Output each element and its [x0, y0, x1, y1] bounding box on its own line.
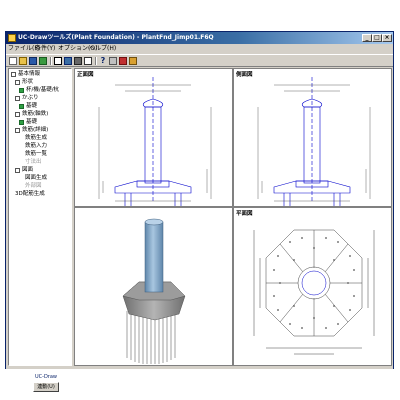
save-icon[interactable]	[29, 57, 37, 65]
draw-icon[interactable]	[74, 57, 82, 65]
help-icon[interactable]: ?	[99, 57, 107, 65]
checkbox-icon	[15, 128, 20, 133]
3d-view-pane[interactable]	[75, 208, 232, 365]
menu-help[interactable]: ヘルプ(H)	[89, 44, 116, 54]
tree-item[interactable]: 寸法出	[25, 159, 42, 166]
checkbox-icon	[15, 168, 20, 173]
tree-item[interactable]: 図面生成	[25, 175, 47, 182]
link-button[interactable]: 連動(U)	[33, 382, 59, 392]
plan-view-pane[interactable]: 平面図	[234, 208, 391, 365]
crop-icon[interactable]	[109, 57, 117, 65]
view-area: 正面図 側面図 平面図	[74, 68, 392, 366]
toolbar: ?	[6, 54, 393, 67]
window-title: UC-Drawツールズ(Plant Foundation) - PlantFnd…	[18, 34, 214, 41]
lock-icon[interactable]	[129, 57, 137, 65]
checkbox-icon	[15, 80, 20, 85]
tree-item[interactable]: 図面	[15, 167, 33, 174]
new-icon[interactable]	[9, 57, 17, 65]
tree-item[interactable]: 基本情報	[11, 71, 40, 78]
app-icon	[8, 34, 16, 42]
tree-item[interactable]: 鉄筋入力	[25, 143, 47, 150]
3d-model-drawing	[122, 218, 186, 364]
tree-item[interactable]: 杯/機/基礎/杭	[19, 87, 59, 94]
close-button[interactable]: ×	[382, 34, 392, 42]
checkbox-icon	[19, 120, 24, 125]
checkbox-icon	[19, 104, 24, 109]
open-icon[interactable]	[19, 57, 27, 65]
print-icon[interactable]	[84, 57, 92, 65]
tree-item[interactable]: 3D配筋生成	[15, 191, 45, 198]
checkbox-icon	[15, 96, 20, 101]
title-bar: UC-Drawツールズ(Plant Foundation) - PlantFnd…	[6, 32, 393, 44]
front-view-drawing	[98, 77, 212, 206]
side-view-drawing	[257, 77, 371, 206]
menu-bar: ファイル(F) 条件(Y) オプション(O) ヘルプ(H)	[6, 44, 393, 54]
tree-item[interactable]: 鉄筋一覧	[25, 151, 47, 158]
maximize-button[interactable]: □	[372, 34, 382, 42]
checkbox-icon	[19, 88, 24, 93]
save-as-icon[interactable]	[39, 57, 47, 65]
checkbox-icon	[15, 112, 20, 117]
tree-item[interactable]: 外部図	[25, 183, 42, 190]
menu-conditions[interactable]: 条件(Y)	[35, 44, 55, 54]
side-view-pane[interactable]: 側面図	[234, 69, 391, 206]
plan-view-drawing	[253, 229, 375, 355]
uc-draw-box: UC-Draw 連動(U)	[27, 374, 65, 396]
checkbox-icon	[11, 72, 16, 77]
tree-item[interactable]: 鉄筋(軸鉄)	[15, 111, 48, 118]
front-view-pane[interactable]: 正面図	[75, 69, 232, 206]
tree-item[interactable]: 鉄筋生成	[25, 135, 47, 142]
navigation-tree: 基本情報 形状 杯/機/基礎/杭 かぶり 基礎 鉄筋(軸鉄) 基礎 鉄筋(詳細)…	[8, 68, 72, 392]
view-icon[interactable]	[64, 57, 72, 65]
export-icon[interactable]	[119, 57, 127, 65]
app-window: UC-Drawツールズ(Plant Foundation) - PlantFnd…	[5, 31, 394, 392]
tree-item[interactable]: かぶり	[15, 95, 39, 102]
tree-item[interactable]: 基礎	[19, 119, 37, 126]
uc-draw-label: UC-Draw	[34, 374, 57, 380]
status-bar	[6, 366, 393, 369]
window-icon[interactable]	[54, 57, 62, 65]
tree-item[interactable]: 鉄筋(詳細)	[15, 127, 48, 134]
tree-item[interactable]: 基礎	[19, 103, 37, 110]
tree-item[interactable]: 形状	[15, 79, 33, 86]
minimize-button[interactable]: _	[362, 34, 372, 42]
